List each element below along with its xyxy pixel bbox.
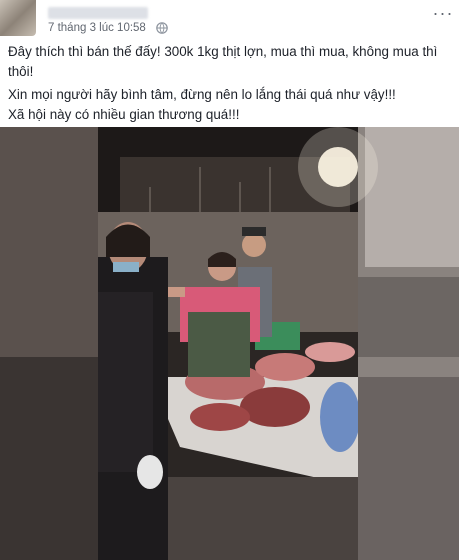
avatar[interactable] — [0, 0, 36, 36]
post-message: Đây thích thì bán thế đấy! 300k 1kg thịt… — [8, 42, 450, 125]
globe-icon[interactable] — [156, 22, 168, 34]
author-name-redacted[interactable] — [48, 7, 148, 19]
facebook-post: 7 tháng 3 lúc 10:58 ··· Đây thích thì bá… — [0, 0, 459, 560]
post-timestamp[interactable]: 7 tháng 3 lúc 10:58 — [48, 22, 146, 34]
video-frame — [0, 127, 459, 560]
more-options-button[interactable]: ··· — [432, 3, 454, 23]
post-paragraph: Đây thích thì bán thế đấy! 300k 1kg thịt… — [8, 44, 438, 79]
post-paragraph: Xin mọi người hãy bình tâm, đừng nên lo … — [8, 87, 396, 102]
post-paragraph: Xã hội này có nhiều gian thương quá!!! — [8, 107, 240, 122]
more-options-icon: ··· — [432, 3, 454, 23]
post-header: 7 tháng 3 lúc 10:58 ··· — [0, 0, 459, 40]
video-player[interactable] — [0, 127, 459, 560]
